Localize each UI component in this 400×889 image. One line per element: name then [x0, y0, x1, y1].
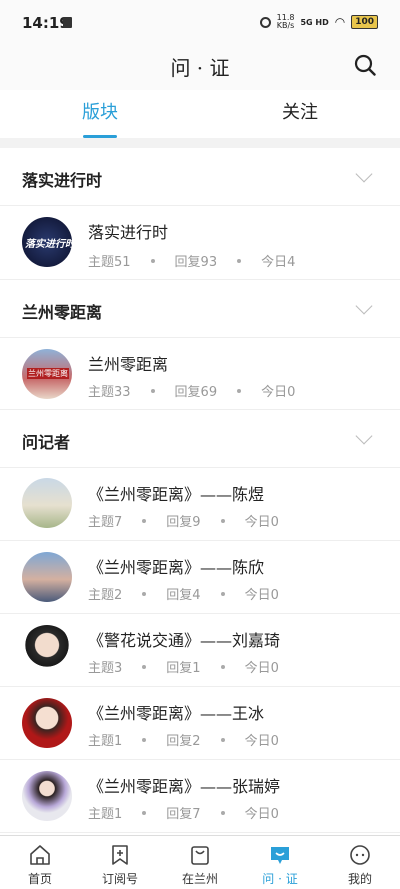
profile-icon [350, 845, 370, 865]
section-header[interactable]: 兰州零距离 [0, 280, 400, 338]
item-title: 《兰州零距离》——张瑞婷 [88, 777, 281, 796]
reply-count: 回复93 [174, 255, 218, 270]
reply-count: 回复4 [166, 588, 201, 603]
avatar [22, 478, 72, 528]
item-title: 《兰州零距离》——王冰 [88, 704, 265, 723]
nav-label: 问 · 证 [262, 872, 298, 886]
nav-mine[interactable]: 我的 [320, 836, 400, 889]
nav-ask-verify[interactable]: 问 · 证 [240, 836, 320, 889]
wifi-icon: ◠ [334, 15, 346, 29]
topic-count: 主题3 [88, 661, 123, 676]
item-title: 兰州零距离 [88, 355, 169, 374]
item-stats: 主题2 回复4 今日0 [88, 584, 279, 603]
nav-label: 我的 [347, 872, 372, 886]
home-icon [30, 845, 50, 865]
item-stats: 主题7 回复9 今日0 [88, 511, 279, 530]
today-count: 今日0 [244, 515, 279, 530]
section-name: 问记者 [22, 433, 71, 452]
section-list: 落实进行时 落实进行时 落实进行时 主题51 回复93 今日4 兰州零距离 兰州… [0, 148, 400, 835]
topic-count: 主题33 [88, 385, 131, 400]
reply-count: 回复1 [166, 661, 201, 676]
nav-label: 订阅号 [101, 872, 138, 886]
chevron-down-icon[interactable] [355, 165, 373, 183]
avatar-badge-text: 落实进行时 [25, 239, 72, 250]
item-stats: 主题33 回复69 今日0 [88, 381, 295, 400]
reply-count: 回复7 [166, 807, 201, 822]
avatar-badge-text: 兰州零距离 [27, 368, 69, 379]
signal-icon: 5G HD [300, 17, 329, 27]
bottom-nav: 首页 订阅号 在兰州 问 · 证 我的 [0, 835, 400, 889]
list-item[interactable]: 《兰州零距离》——陈欣 主题2 回复4 今日0 [0, 541, 400, 614]
reply-count: 回复9 [166, 515, 201, 530]
nav-in-lanzhou[interactable]: 在兰州 [160, 836, 240, 889]
item-stats: 主题3 回复1 今日0 [88, 657, 279, 676]
section-name: 兰州零距离 [22, 303, 103, 322]
status-bar: 14:19 11.8 KB/s 5G HD ◠ 100 [0, 0, 400, 44]
topic-count: 主题1 [88, 807, 123, 822]
avatar [22, 552, 72, 602]
topic-count: 主题51 [88, 255, 131, 270]
avatar [22, 698, 72, 748]
today-count: 今日0 [244, 807, 279, 822]
app-header: 问 · 证 [0, 44, 400, 90]
list-item[interactable]: 落实进行时 落实进行时 主题51 回复93 今日4 [0, 206, 400, 280]
nav-home[interactable]: 首页 [0, 836, 80, 889]
reply-count: 回复69 [174, 385, 218, 400]
chat-bubble-icon [271, 847, 289, 864]
chevron-down-icon[interactable] [355, 297, 373, 315]
chevron-down-icon[interactable] [355, 427, 373, 445]
today-count: 今日0 [244, 661, 279, 676]
today-count: 今日0 [244, 734, 279, 749]
today-count: 今日0 [244, 588, 279, 603]
section-header[interactable]: 问记者 [0, 410, 400, 468]
today-count: 今日0 [261, 385, 296, 400]
topic-count: 主题2 [88, 588, 123, 603]
item-stats: 主题1 回复2 今日0 [88, 730, 279, 749]
nav-label: 首页 [27, 872, 52, 886]
page-title: 问 · 证 [170, 56, 230, 80]
tab-bar: 版块 关注 [0, 90, 400, 138]
today-count: 今日4 [261, 255, 296, 270]
nav-label: 在兰州 [181, 872, 218, 886]
tab-sections[interactable]: 版块 [0, 90, 200, 138]
search-icon[interactable] [354, 54, 376, 76]
list-item[interactable]: 《兰州零距离》——陈煜 主题7 回复9 今日0 [0, 468, 400, 541]
item-stats: 主题1 回复7 今日0 [88, 803, 279, 822]
avatar: 兰州零距离 [22, 349, 72, 399]
battery-icon: 100 [351, 15, 378, 29]
avatar [22, 771, 72, 821]
list-item[interactable]: 兰州零距离 兰州零距离 主题33 回复69 今日0 [0, 338, 400, 410]
nav-subscriptions[interactable]: 订阅号 [80, 836, 160, 889]
list-item[interactable]: 《兰州零距离》——王冰 主题1 回复2 今日0 [0, 687, 400, 760]
avatar [22, 625, 72, 675]
shopping-bag-icon [191, 846, 209, 865]
item-title: 《兰州零距离》——陈煜 [88, 485, 265, 504]
item-title: 《警花说交通》——刘嘉琦 [88, 631, 281, 650]
item-title: 《兰州零距离》——陈欣 [88, 558, 265, 577]
tab-following[interactable]: 关注 [200, 90, 400, 138]
item-title: 落实进行时 [88, 223, 169, 242]
network-speed: 11.8 KB/s [276, 13, 295, 30]
avatar: 落实进行时 [22, 217, 72, 267]
section-header[interactable]: 落实进行时 [0, 148, 400, 206]
item-stats: 主题51 回复93 今日4 [88, 251, 295, 270]
list-item[interactable]: 《兰州零距离》——张瑞婷 主题1 回复7 今日0 [0, 760, 400, 833]
section-name: 落实进行时 [22, 171, 103, 190]
alarm-icon [259, 16, 271, 28]
topic-count: 主题7 [88, 515, 123, 530]
bookmark-icon [112, 845, 128, 865]
reply-count: 回复2 [166, 734, 201, 749]
list-item[interactable]: 《警花说交通》——刘嘉琦 主题3 回复1 今日0 [0, 614, 400, 687]
topic-count: 主题1 [88, 734, 123, 749]
sim-icon [63, 17, 72, 28]
